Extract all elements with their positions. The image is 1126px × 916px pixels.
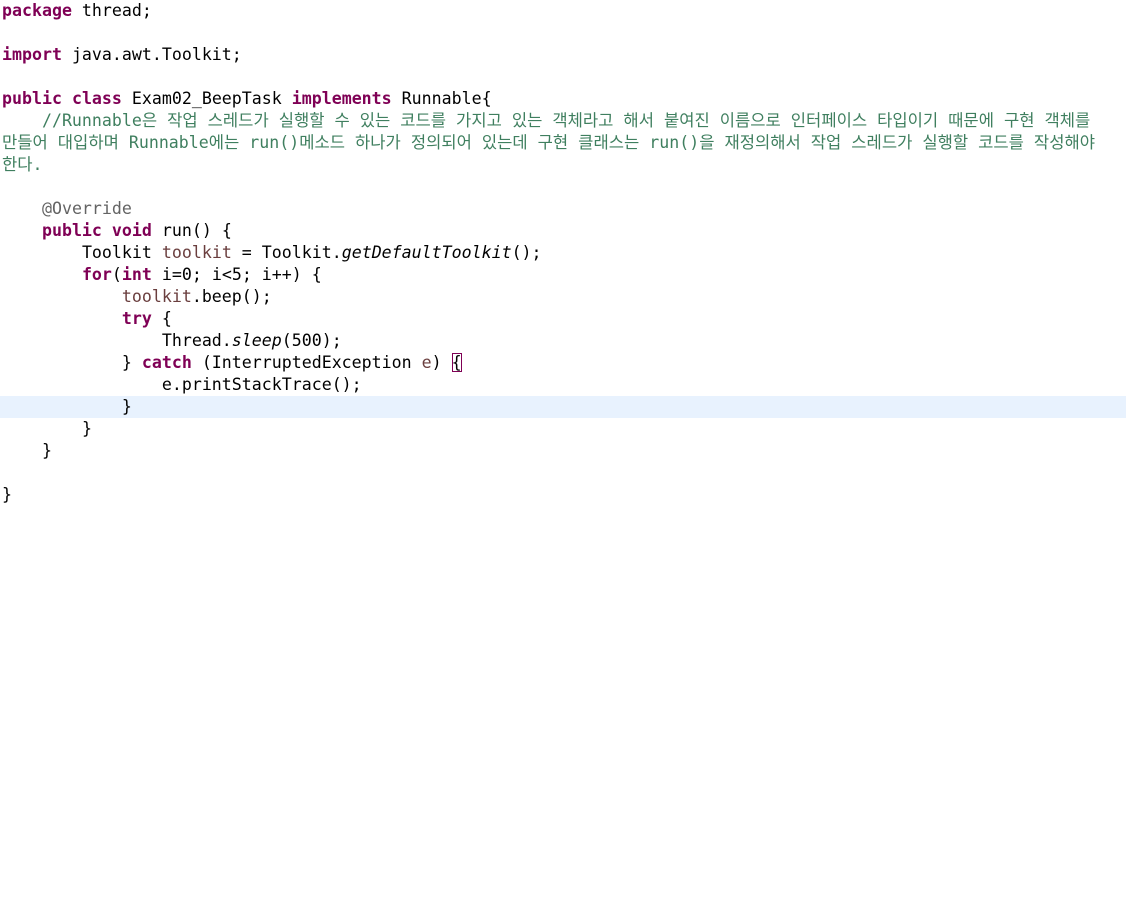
code-text: thread;: [71, 1, 152, 20]
code-line-try: try {: [2, 308, 172, 330]
keyword: public: [2, 89, 62, 108]
code-text: Thread.: [161, 331, 232, 350]
code-line-for: for(int i=0; i<5; i++) {: [2, 264, 322, 286]
static-method: sleep: [231, 331, 282, 350]
keyword: for: [81, 265, 112, 284]
code-text: Runnable{: [391, 89, 492, 108]
keyword: import: [2, 45, 62, 64]
code-text: }: [41, 441, 52, 460]
keyword: catch: [141, 353, 192, 372]
code-line-sleep: Thread.sleep(500);: [2, 330, 342, 352]
keyword: int: [121, 265, 152, 284]
code-line-print: e.printStackTrace();: [2, 374, 362, 396]
code-text: }: [81, 419, 92, 438]
comment-line-1: //Runnable은 작업 스레드가 실행할 수 있는 코드를 가지고 있는 …: [2, 111, 1091, 130]
code-line-class-decl: public class Exam02_BeepTask implements …: [2, 88, 492, 110]
code-line-beep: toolkit.beep();: [2, 286, 272, 308]
code-text: .beep();: [191, 287, 272, 306]
code-text: i=0; i<5; i++) {: [151, 265, 322, 284]
local-variable: toolkit: [161, 243, 232, 262]
keyword: try: [121, 309, 152, 328]
class-name: Exam02_BeepTask: [121, 89, 292, 108]
code-line-close-run: }: [2, 440, 52, 462]
code-text: }: [121, 397, 132, 416]
code-line-close-catch: }: [2, 396, 132, 418]
code-text: (500);: [281, 331, 342, 350]
local-variable: toolkit: [121, 287, 192, 306]
keyword: class: [71, 89, 122, 108]
code-text: java.awt.Toolkit;: [61, 45, 242, 64]
code-text: (InterruptedException: [191, 353, 422, 372]
code-text: ();: [511, 243, 542, 262]
code-text: {: [151, 309, 172, 328]
comment-line-2: 만들어 대입하며 Runnable에는 run()메소드 하나가 정의되어 있는…: [2, 133, 1095, 152]
static-method: getDefaultToolkit: [341, 243, 512, 262]
code-line-close-class: }: [2, 484, 12, 506]
annotation: @Override: [41, 199, 132, 218]
matching-bracket: {: [451, 353, 462, 372]
code-editor[interactable]: package thread; import java.awt.Toolkit;…: [0, 0, 1126, 916]
parameter-variable: e: [421, 353, 432, 372]
keyword: implements: [291, 89, 392, 108]
code-text: run() {: [151, 221, 232, 240]
code-line-catch: } catch (InterruptedException e) {: [2, 352, 462, 374]
code-text: (: [111, 265, 122, 284]
type-name: Toolkit: [81, 243, 162, 262]
keyword: package: [2, 1, 72, 20]
current-line-highlight: [0, 396, 1126, 418]
code-text: = Toolkit.: [231, 243, 342, 262]
code-line-toolkit: Toolkit toolkit = Toolkit.getDefaultTool…: [2, 242, 542, 264]
code-line-annotation: @Override: [2, 198, 132, 220]
code-line-package: package thread;: [2, 0, 152, 22]
keyword: void: [111, 221, 152, 240]
code-line-import: import java.awt.Toolkit;: [2, 44, 242, 66]
code-text: e.printStackTrace();: [161, 375, 362, 394]
comment-line-3: 한다.: [2, 155, 43, 174]
code-line-run-decl: public void run() {: [2, 220, 232, 242]
code-text: }: [121, 353, 142, 372]
code-text: }: [2, 485, 12, 504]
code-line-close-for: }: [2, 418, 92, 440]
code-text: ): [431, 353, 452, 372]
keyword: public: [41, 221, 102, 240]
